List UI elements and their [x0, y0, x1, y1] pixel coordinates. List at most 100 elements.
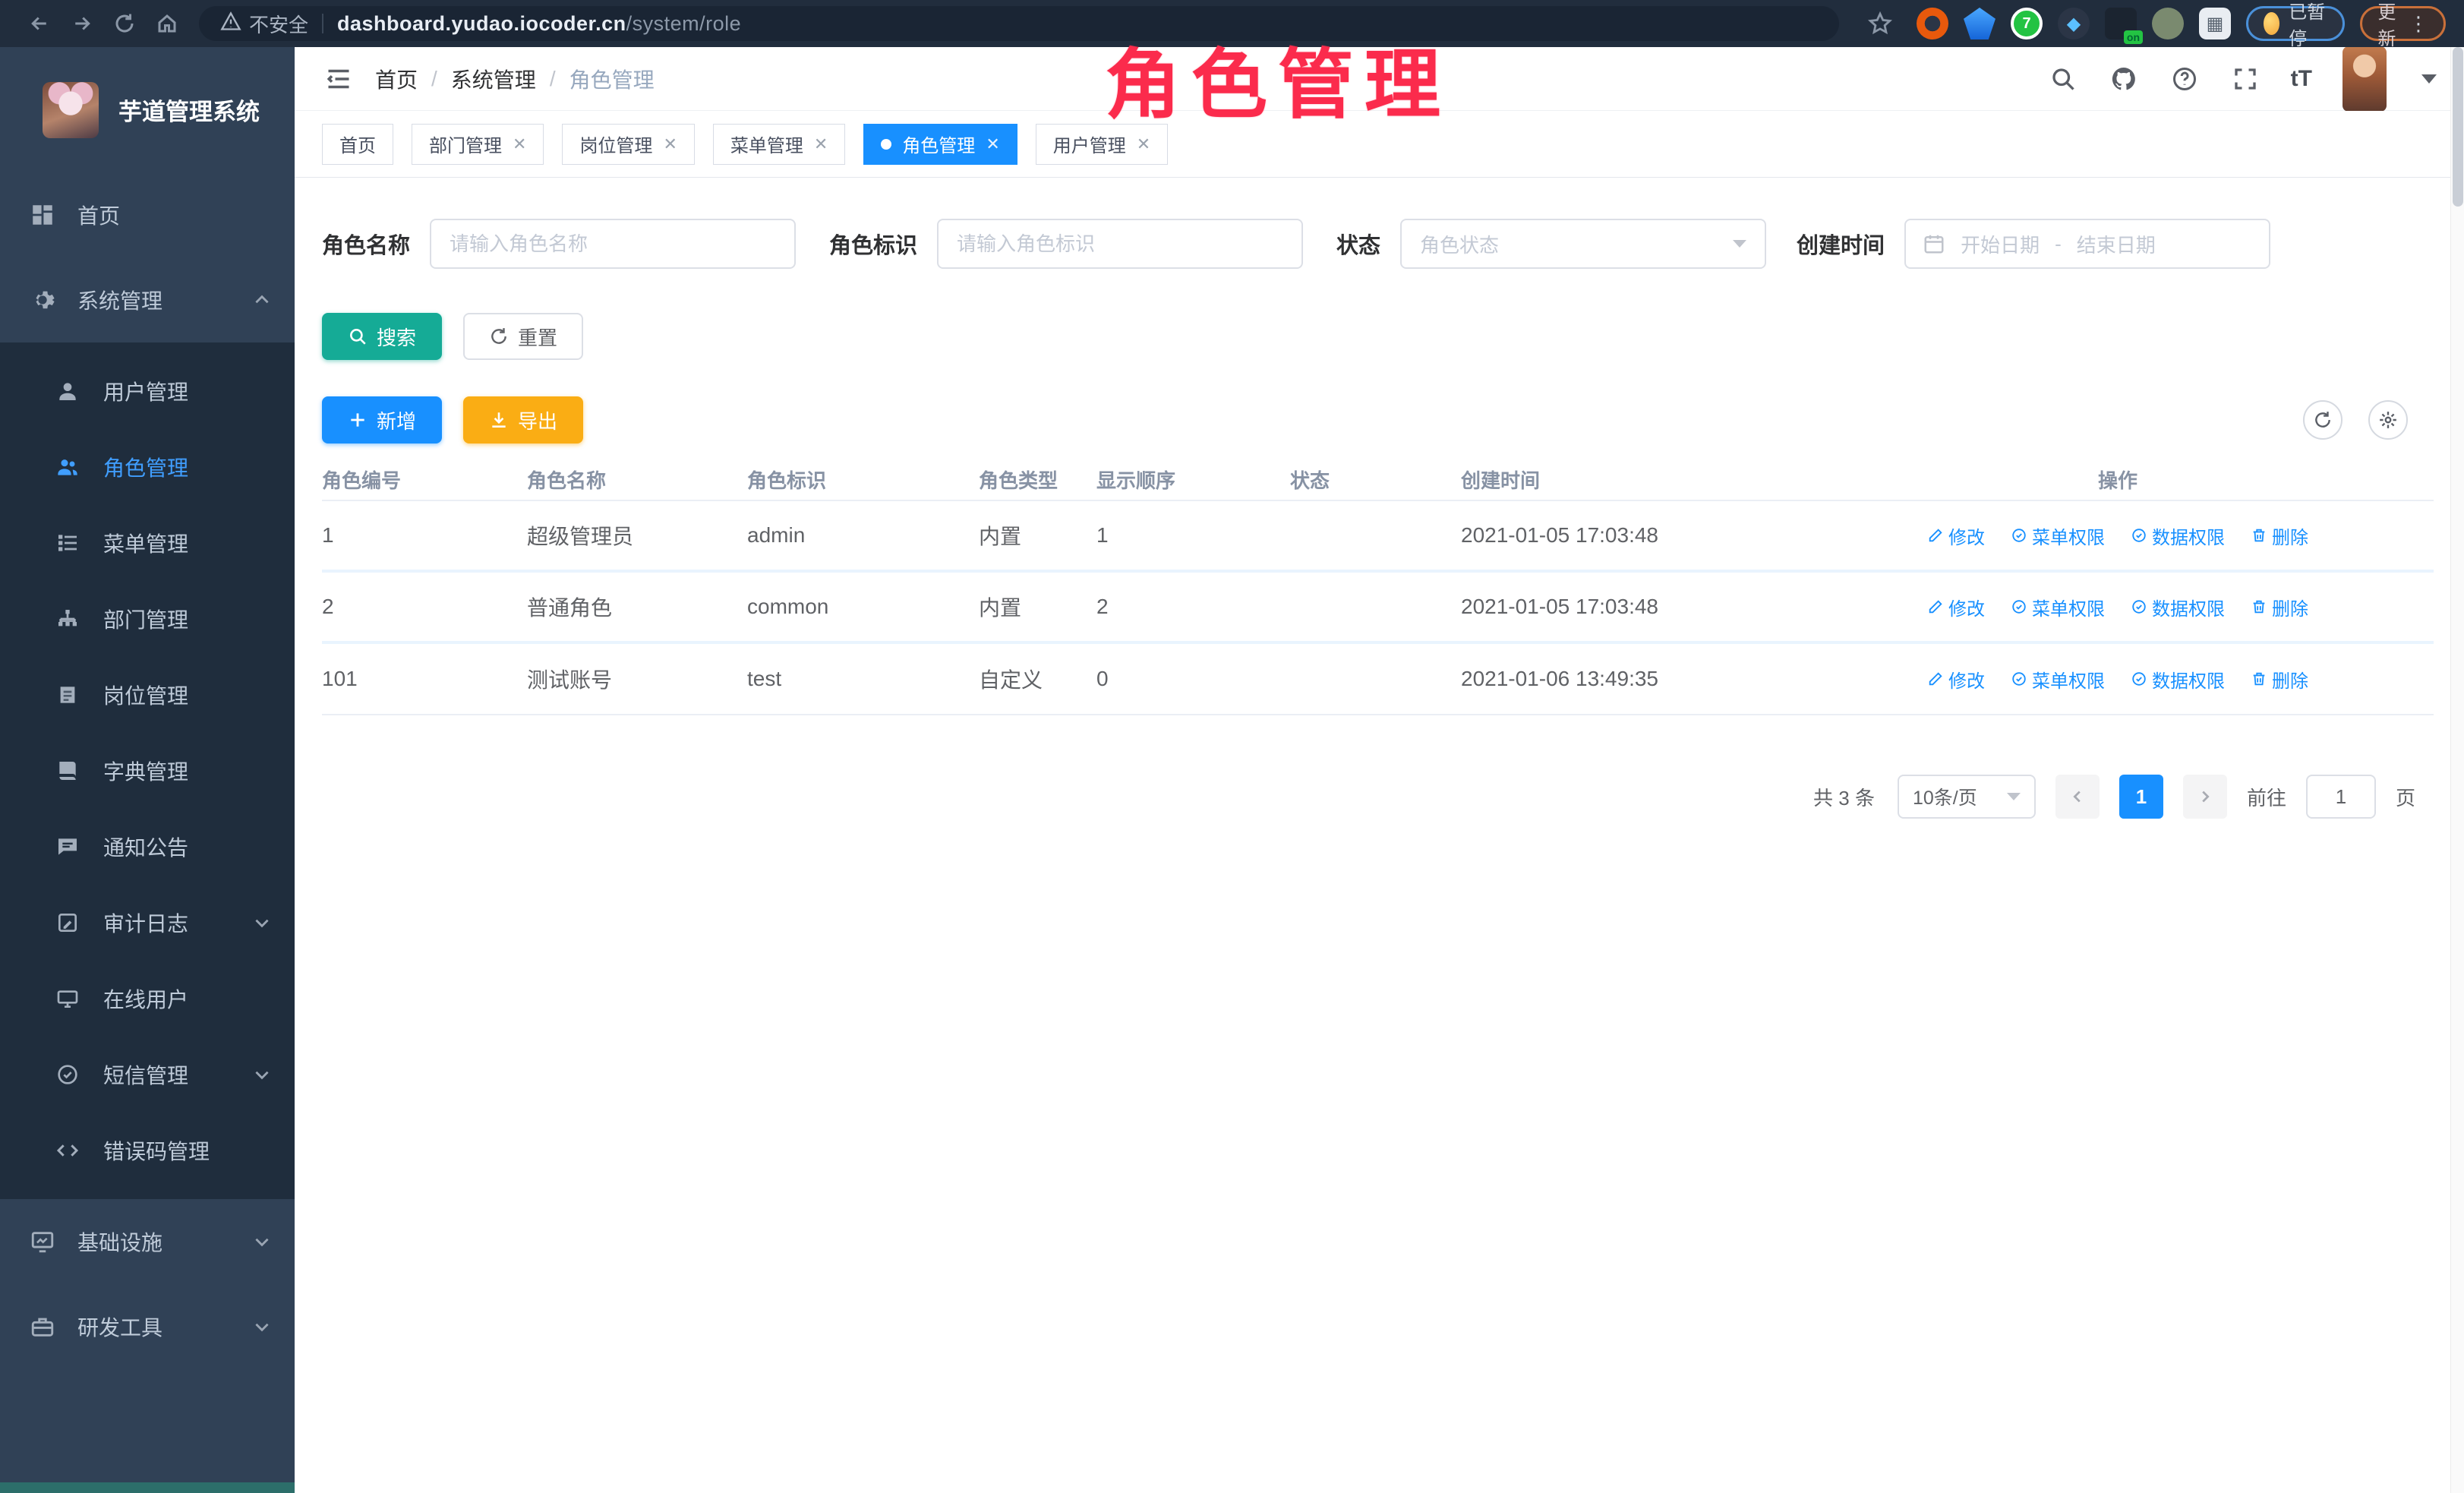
github-icon[interactable] — [2109, 64, 2139, 94]
paused-badge[interactable]: 已暂停 — [2246, 6, 2345, 41]
security-label: 不安全 — [249, 10, 308, 38]
tab-menu[interactable]: 菜单管理✕ — [713, 124, 845, 165]
avatar-caret-icon[interactable] — [2421, 74, 2437, 84]
extension-icon[interactable]: ◆ — [2058, 8, 2090, 39]
prev-page-button[interactable] — [2055, 775, 2100, 819]
tab-post[interactable]: 岗位管理✕ — [562, 124, 694, 165]
scrollbar-thumb[interactable] — [2453, 47, 2463, 207]
menu-permission-action[interactable]: 菜单权限 — [2011, 666, 2105, 693]
page-1-button[interactable]: 1 — [2119, 775, 2163, 819]
toolbox-icon — [29, 1313, 56, 1340]
update-label: 更新 — [2377, 0, 2396, 50]
sidebar-item-sms[interactable]: 短信管理 — [0, 1037, 295, 1113]
app-logo-row[interactable]: 芋道管理系统 — [0, 47, 295, 172]
circle-check-icon — [2131, 671, 2147, 687]
sidebar-item-infra[interactable]: 基础设施 — [0, 1199, 295, 1284]
sidebar-item-audit-log[interactable]: 审计日志 — [0, 885, 295, 961]
bookmark-star-icon[interactable] — [1859, 7, 1901, 40]
extension-icon[interactable]: on — [2105, 8, 2137, 39]
date-range-picker[interactable]: 开始日期 - 结束日期 — [1904, 219, 2270, 269]
divider — [322, 14, 323, 33]
delete-action[interactable]: 删除 — [2251, 666, 2308, 693]
font-size-icon[interactable]: tT — [2291, 66, 2312, 92]
sidebar-item-roles[interactable]: 角色管理 — [0, 429, 295, 505]
app-header: 首页 / 系统管理 / 角色管理 tT — [295, 47, 2464, 111]
breadcrumb: 首页 / 系统管理 / 角色管理 — [375, 64, 655, 94]
column-settings-button[interactable] — [2368, 400, 2408, 440]
sidebar-item-users[interactable]: 用户管理 — [0, 353, 295, 429]
settings-icon — [2378, 410, 2398, 430]
reset-button[interactable]: 重置 — [463, 313, 583, 360]
page-scrollbar[interactable] — [2450, 47, 2464, 1493]
sidebar-item-online-users[interactable]: 在线用户 — [0, 961, 295, 1037]
extension-icon[interactable]: 7 — [2011, 8, 2043, 39]
close-icon[interactable]: ✕ — [663, 134, 677, 154]
close-icon[interactable]: ✕ — [513, 134, 526, 154]
update-button[interactable]: 更新 ⋮ — [2360, 6, 2446, 41]
extension-icon[interactable] — [2152, 8, 2184, 39]
browser-reload-icon[interactable] — [103, 7, 146, 40]
role-sort: 0 — [1096, 667, 1290, 691]
sidebar-item-posts[interactable]: 岗位管理 — [0, 657, 295, 733]
menu-permission-action[interactable]: 菜单权限 — [2011, 522, 2105, 549]
sidebar-item-system[interactable]: 系统管理 — [0, 257, 295, 342]
edit-action[interactable]: 修改 — [1927, 666, 1985, 693]
edit-action[interactable]: 修改 — [1927, 594, 1985, 620]
data-permission-action[interactable]: 数据权限 — [2131, 666, 2225, 693]
sidebar-item-error-codes[interactable]: 错误码管理 — [0, 1113, 295, 1188]
browser-back-icon[interactable] — [18, 7, 61, 40]
sidebar-item-home[interactable]: 首页 — [0, 172, 295, 257]
search-icon[interactable] — [2048, 64, 2078, 94]
roles-table: 角色编号 角色名称 角色标识 角色类型 显示顺序 状态 创建时间 操作 1 超级… — [322, 459, 2434, 715]
status-select[interactable]: 角色状态 — [1400, 219, 1766, 269]
goto-page-input[interactable] — [2306, 775, 2376, 819]
code-icon — [55, 1138, 80, 1163]
collapse-sidebar-icon[interactable] — [322, 62, 355, 96]
next-page-button[interactable] — [2183, 775, 2227, 819]
data-permission-action[interactable]: 数据权限 — [2131, 522, 2225, 549]
edit-action[interactable]: 修改 — [1927, 522, 1985, 549]
tab-dept[interactable]: 部门管理✕ — [412, 124, 544, 165]
tab-role[interactable]: 角色管理✕ — [863, 124, 1017, 165]
close-icon[interactable]: ✕ — [986, 134, 999, 154]
close-icon[interactable]: ✕ — [814, 134, 828, 154]
fullscreen-icon[interactable] — [2230, 64, 2261, 94]
tab-home[interactable]: 首页 — [322, 124, 393, 165]
help-icon[interactable] — [2169, 64, 2200, 94]
extension-icon[interactable] — [1917, 8, 1948, 39]
role-type: 内置 — [979, 592, 1096, 622]
user-icon — [55, 378, 80, 404]
close-icon[interactable]: ✕ — [1137, 134, 1150, 154]
page-size-select[interactable]: 10条/页 — [1898, 775, 2036, 819]
menu-permission-action[interactable]: 菜单权限 — [2011, 594, 2105, 620]
extension-icon[interactable] — [1964, 8, 1995, 39]
extensions-puzzle-icon[interactable]: ▦ — [2199, 8, 2231, 39]
role-name-input[interactable] — [430, 219, 796, 269]
search-button[interactable]: 搜索 — [322, 313, 442, 360]
sidebar-item-notice[interactable]: 通知公告 — [0, 809, 295, 885]
sidebar-item-devtools[interactable]: 研发工具 — [0, 1284, 295, 1369]
delete-action[interactable]: 删除 — [2251, 594, 2308, 620]
add-button[interactable]: 新增 — [322, 396, 442, 443]
role-name-label: 角色名称 — [322, 228, 410, 260]
breadcrumb-home[interactable]: 首页 — [375, 64, 418, 94]
user-avatar[interactable] — [2343, 46, 2387, 112]
refresh-icon — [489, 327, 509, 346]
role-key: admin — [747, 523, 979, 548]
edit-icon — [1927, 527, 1944, 544]
browser-forward-icon[interactable] — [61, 7, 103, 40]
data-permission-action[interactable]: 数据权限 — [2131, 594, 2225, 620]
breadcrumb-system[interactable]: 系统管理 — [451, 64, 536, 94]
tab-user[interactable]: 用户管理✕ — [1036, 124, 1168, 165]
export-button[interactable]: 导出 — [463, 396, 583, 443]
kebab-menu-icon[interactable]: ⋮ — [2409, 12, 2428, 36]
sidebar-item-dict[interactable]: 字典管理 — [0, 733, 295, 809]
browser-home-icon[interactable] — [146, 7, 188, 40]
role-key-input[interactable] — [937, 219, 1303, 269]
delete-action[interactable]: 删除 — [2251, 522, 2308, 549]
doc-edit-icon — [55, 910, 80, 936]
refresh-table-button[interactable] — [2303, 400, 2343, 440]
sidebar-item-depts[interactable]: 部门管理 — [0, 581, 295, 657]
sidebar-item-menus[interactable]: 菜单管理 — [0, 505, 295, 581]
address-bar[interactable]: 不安全 dashboard.yudao.iocoder.cn/system/ro… — [199, 6, 1839, 41]
